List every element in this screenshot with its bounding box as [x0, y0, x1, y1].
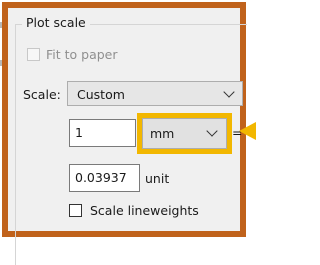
chevron-down-icon [206, 125, 218, 137]
drawing-units-value: 0.03937 [75, 170, 127, 185]
scale-dropdown[interactable]: Custom [67, 81, 243, 106]
unit-dropdown[interactable]: mm [142, 118, 227, 149]
chevron-down-icon [223, 86, 235, 98]
fit-to-paper-label: Fit to paper [46, 47, 118, 62]
scale-lineweights-label: Scale lineweights [90, 203, 199, 218]
paper-units-value: 1 [75, 125, 83, 140]
paper-units-input[interactable]: 1 [69, 119, 136, 147]
fit-to-paper-checkbox[interactable] [27, 48, 40, 61]
callout-arrow-icon [239, 122, 256, 140]
group-title: Plot scale [22, 15, 90, 31]
scale-dropdown-value: Custom [77, 87, 125, 102]
drawing-units-input[interactable]: 0.03937 [69, 164, 140, 192]
drawing-unit-label: unit [145, 171, 170, 186]
unit-dropdown-value: mm [150, 126, 175, 141]
scale-label: Scale: [23, 87, 61, 102]
scale-lineweights-checkbox[interactable] [69, 204, 82, 217]
